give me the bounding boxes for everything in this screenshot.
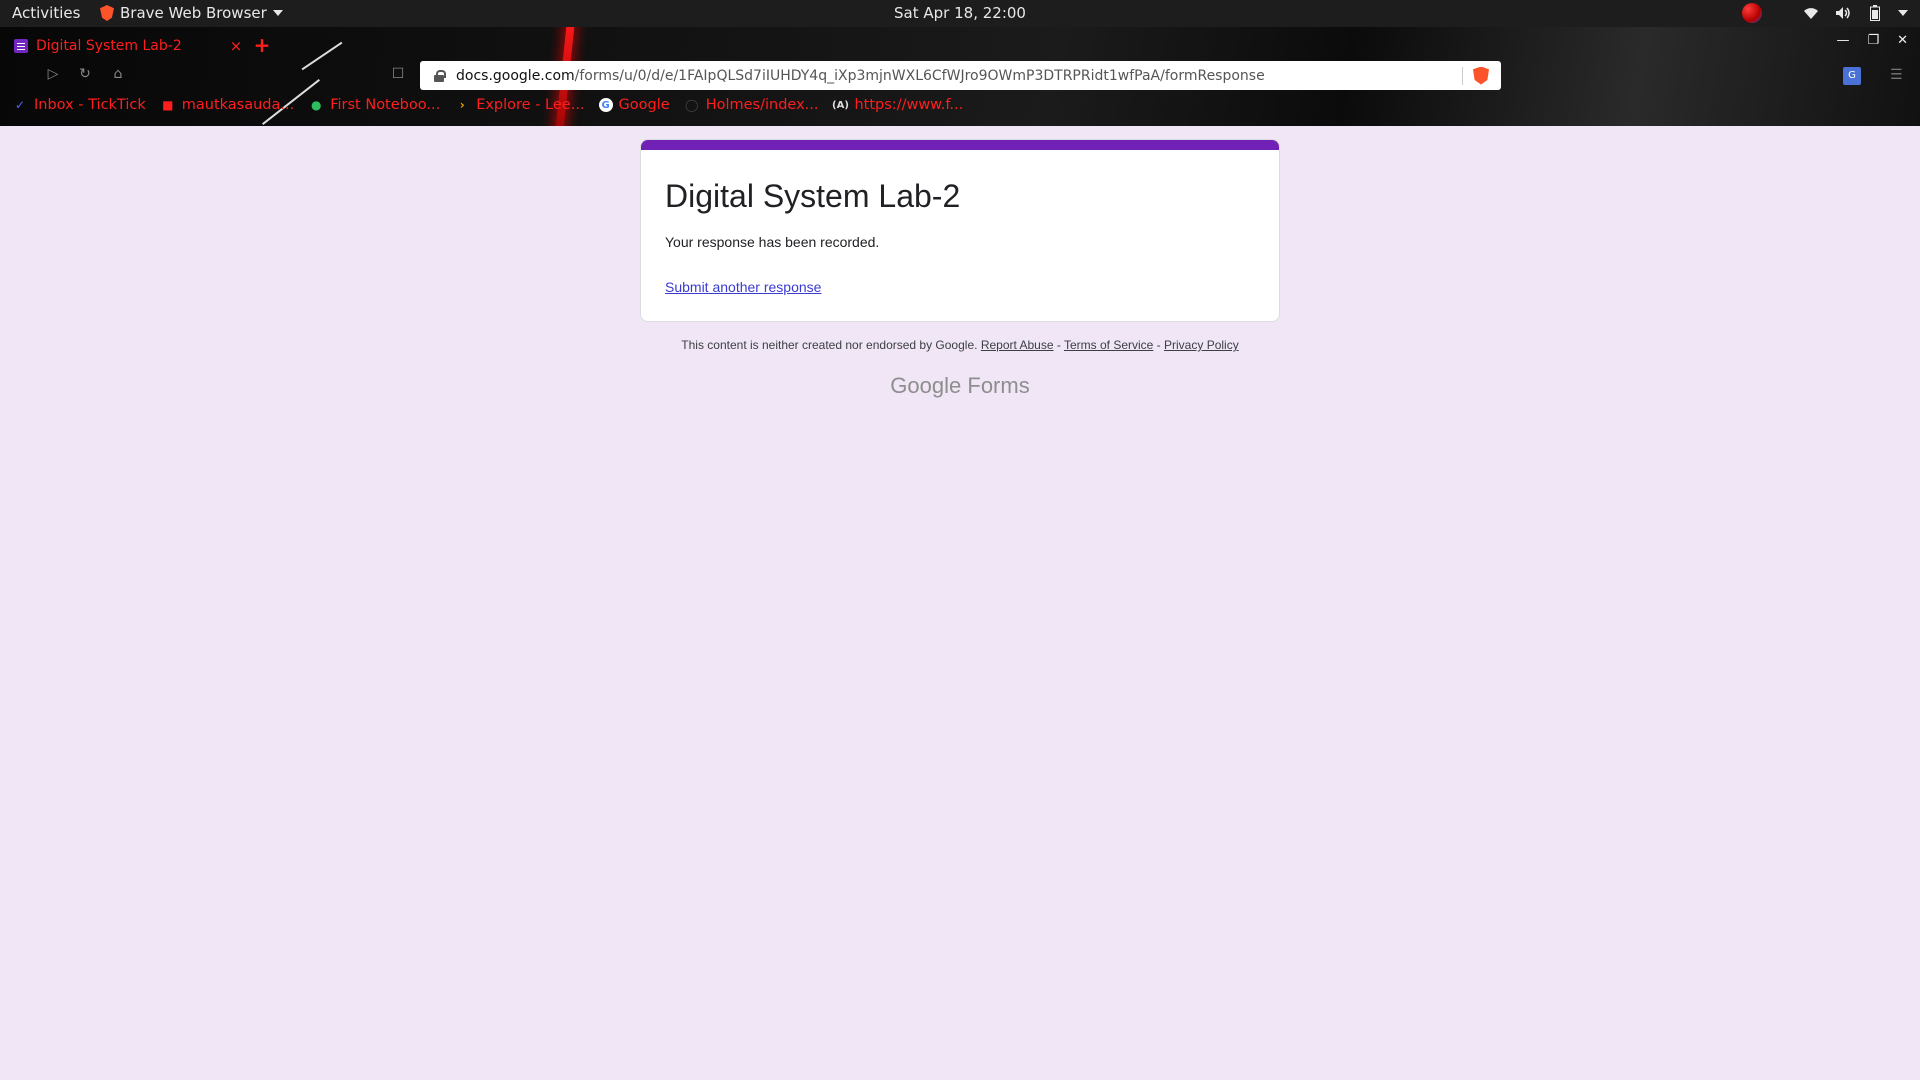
privacy-link[interactable]: Privacy Policy — [1164, 338, 1239, 352]
brand-google: Google — [890, 373, 962, 398]
wifi-icon — [1802, 4, 1820, 22]
url-text[interactable]: docs.google.com/forms/u/0/d/e/1FAIpQLSd7… — [456, 68, 1462, 84]
form-title: Digital System Lab-2 — [665, 178, 961, 214]
form-accent-bar — [641, 140, 1279, 150]
report-abuse-link[interactable]: Report Abuse — [981, 338, 1054, 352]
tab-close-icon[interactable]: × — [226, 37, 246, 55]
bookmark-item[interactable]: ● First Noteboo... — [308, 97, 440, 113]
google-forms-logo[interactable]: Google Forms — [0, 373, 1920, 399]
folder-icon: ■ — [162, 98, 174, 112]
clock-container: Sat Apr 18, 22:00 — [0, 4, 1920, 22]
minimize-icon[interactable]: — — [1836, 33, 1849, 48]
divider — [1462, 66, 1463, 85]
activities-button[interactable]: Activities — [12, 4, 80, 22]
separator: - — [1153, 338, 1165, 352]
terms-link[interactable]: Terms of Service — [1064, 338, 1153, 352]
site-icon: (A) — [832, 99, 849, 111]
restore-icon[interactable]: ❐ — [1867, 33, 1879, 48]
close-window-icon[interactable]: ✕ — [1897, 33, 1908, 48]
caret-down-icon — [272, 10, 283, 16]
evernote-icon: ● — [310, 98, 322, 112]
form-footer: This content is neither created nor endo… — [0, 338, 1920, 352]
google-icon: G — [598, 98, 613, 112]
app-name: Brave Web Browser — [120, 4, 267, 22]
brave-shields-icon[interactable] — [1473, 66, 1489, 85]
bookmark-icon[interactable]: ☐ — [388, 66, 408, 86]
bookmark-item[interactable]: › Explore - Lee... — [454, 97, 585, 113]
bookmarks-bar: ✓ Inbox - TickTick ■ mautkasauda... ● First… — [12, 97, 963, 113]
bookmark-item[interactable]: ◯ Holmes/index... — [684, 97, 819, 113]
github-icon: ◯ — [684, 98, 699, 112]
google-forms-icon — [14, 39, 28, 53]
forward-icon[interactable]: ▷ — [43, 66, 63, 86]
bookmark-item[interactable]: G Google — [598, 97, 670, 113]
status-ball-icon[interactable] — [1742, 3, 1762, 23]
window-controls: — ❐ ✕ — [1836, 33, 1908, 48]
battery-icon — [1866, 4, 1884, 22]
system-tray[interactable] — [1742, 3, 1908, 23]
browser-chrome: Digital System Lab-2 × + — ❐ ✕ ▷ ↻ ⌂ ☐ d… — [0, 27, 1920, 126]
reload-icon[interactable]: ↻ — [75, 66, 95, 86]
new-tab-button[interactable]: + — [252, 33, 272, 57]
url-path: /forms/u/0/d/e/1FAIpQLSd7iIUHDY4q_iXp3mj… — [574, 67, 1265, 84]
leetcode-icon: › — [459, 98, 465, 112]
lock-icon[interactable] — [434, 69, 446, 82]
volume-icon — [1834, 4, 1852, 22]
bookmark-item[interactable]: ■ mautkasauda... — [160, 97, 294, 113]
url-domain: docs.google.com — [456, 67, 575, 84]
bookmark-item[interactable]: (A) https://www.f... — [832, 97, 963, 113]
brand-forms: Forms — [967, 373, 1030, 398]
menu-icon[interactable]: ☰ — [1890, 67, 1903, 83]
clock[interactable]: Sat Apr 18, 22:00 — [894, 4, 1026, 22]
separator: - — [1053, 338, 1064, 352]
form-confirmation-card: Digital System Lab-2 Your response has b… — [640, 139, 1280, 322]
brave-icon — [100, 5, 114, 21]
disclaimer-text: This content is neither created nor endo… — [681, 338, 978, 352]
tab-active[interactable]: Digital System Lab-2 × — [6, 31, 246, 61]
confirmation-message: Your response has been recorded. — [665, 234, 880, 250]
translate-extension-icon[interactable]: G — [1843, 67, 1861, 85]
home-icon[interactable]: ⌂ — [108, 66, 128, 86]
theme-line — [301, 41, 343, 71]
ticktick-icon: ✓ — [14, 98, 26, 112]
bookmark-item[interactable]: ✓ Inbox - TickTick — [12, 97, 146, 113]
submit-another-link[interactable]: Submit another response — [665, 279, 821, 295]
tab-title: Digital System Lab-2 — [36, 38, 182, 54]
app-menu[interactable]: Brave Web Browser — [100, 4, 283, 22]
system-top-bar: Activities Brave Web Browser Sat Apr 18,… — [0, 0, 1920, 27]
system-menu-caret-icon[interactable] — [1898, 10, 1908, 16]
address-bar[interactable]: docs.google.com/forms/u/0/d/e/1FAIpQLSd7… — [420, 61, 1501, 90]
